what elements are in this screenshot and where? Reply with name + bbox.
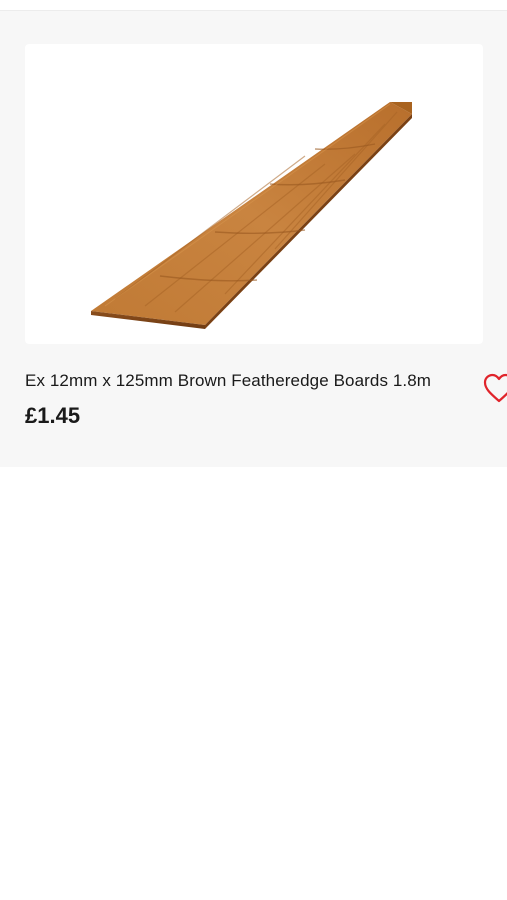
product-price: £1.45 — [25, 403, 81, 428]
heart-outline-icon — [483, 373, 507, 403]
product-title[interactable]: Ex 12mm x 125mm Brown Featheredge Boards… — [25, 371, 485, 391]
product-card[interactable]: Ex 12mm x 125mm Brown Featheredge Boards… — [0, 11, 507, 467]
product-image[interactable] — [25, 44, 483, 344]
featheredge-board-image — [91, 102, 412, 329]
wishlist-button[interactable] — [482, 371, 507, 405]
header-divider — [0, 0, 507, 11]
